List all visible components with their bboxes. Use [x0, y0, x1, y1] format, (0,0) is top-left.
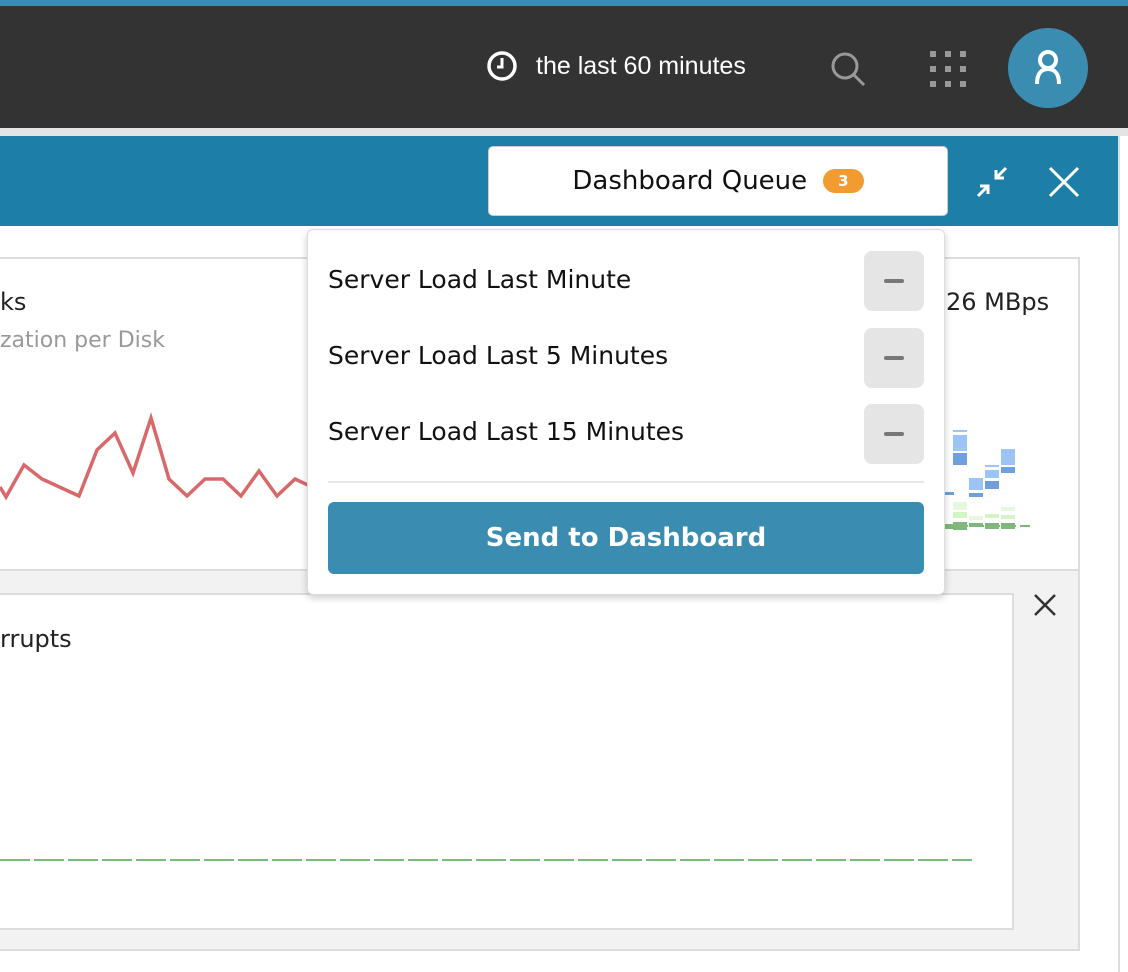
apps-grid-icon[interactable]: [929, 50, 967, 88]
right-sidebar-edge: [1118, 136, 1128, 972]
widget-title: ks: [0, 288, 27, 316]
interrupts-widget: [0, 593, 1014, 930]
bar-segment: [969, 516, 983, 520]
bar-segment: [985, 470, 999, 478]
bar-segment: [1001, 515, 1015, 519]
bar-segment: [953, 435, 967, 451]
queue-item: Server Load Last 5 Minutes: [328, 341, 669, 370]
bar-segment: [985, 481, 999, 489]
user-avatar[interactable]: [1008, 28, 1088, 108]
queue-count-badge: 3: [823, 169, 864, 193]
time-range-label: the last 60 minutes: [536, 51, 746, 80]
queue-item: Server Load Last Minute: [328, 265, 632, 294]
minus-icon: [884, 432, 904, 436]
header-gap: [0, 128, 1128, 136]
bar-segment: [953, 453, 967, 465]
close-icon[interactable]: [1033, 593, 1057, 617]
clock-icon: [487, 51, 517, 81]
bar-segment: [985, 465, 999, 467]
queue-item: Server Load Last 15 Minutes: [328, 417, 685, 446]
divider: [328, 481, 924, 483]
remove-item-button[interactable]: [864, 251, 924, 311]
user-icon: [1035, 50, 1061, 85]
dashboard-queue-button[interactable]: Dashboard Queue 3: [488, 146, 948, 216]
bar-segment: [985, 514, 999, 518]
disk-series-line: [0, 412, 310, 501]
bar-segment: [953, 430, 967, 432]
bar-segment: [1001, 467, 1015, 473]
bar-segment: [953, 502, 967, 510]
bar-segment: [969, 493, 983, 497]
time-range-selector[interactable]: the last 60 minutes: [486, 50, 746, 82]
bar-segment: [1001, 449, 1015, 465]
throughput-bar-chart: [940, 430, 1030, 530]
minus-icon: [884, 279, 904, 283]
widget-subtitle: zation per Disk: [0, 328, 165, 353]
search-icon[interactable]: [828, 49, 868, 89]
bar-segment: [953, 512, 967, 518]
bar-segment: [969, 478, 983, 490]
remove-item-button[interactable]: [864, 404, 924, 464]
widget-title: rrupts: [0, 625, 72, 653]
disk-line-chart: [0, 412, 310, 501]
interrupts-baseline: [0, 859, 972, 861]
dashboard-queue-dropdown: Server Load Last Minute Server Load Last…: [307, 229, 945, 595]
send-to-dashboard-button[interactable]: Send to Dashboard: [328, 502, 924, 574]
remove-item-button[interactable]: [864, 328, 924, 388]
close-icon[interactable]: [1048, 166, 1080, 198]
widget-value: 26 MBps: [946, 288, 1050, 316]
collapse-icon[interactable]: [975, 166, 1009, 198]
bar-segment: [1001, 507, 1015, 511]
minus-icon: [884, 356, 904, 360]
dashboard-queue-label: Dashboard Queue: [572, 166, 808, 196]
